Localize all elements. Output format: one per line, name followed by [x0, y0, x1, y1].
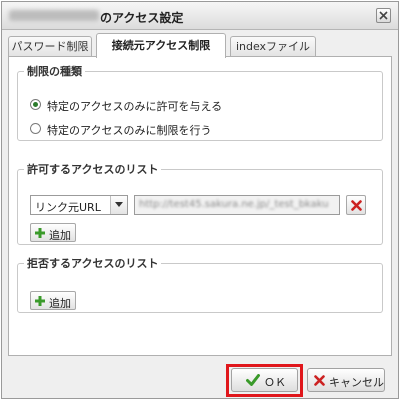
tab-source-access-restriction[interactable]: 接続元アクセス制限 — [96, 33, 226, 58]
select-arrow[interactable] — [110, 196, 127, 214]
plus-icon — [35, 296, 45, 306]
plus-icon — [35, 228, 45, 238]
radio-button-selected[interactable] — [30, 99, 41, 110]
allow-list-legend: 許可するアクセスのリスト — [27, 163, 159, 176]
add-allow-button[interactable]: 追加 — [30, 223, 76, 242]
allow-list-group: 許可するアクセスのリスト リンク元URL http://test45.sakur… — [17, 161, 383, 245]
cancel-button[interactable]: キャンセル — [307, 368, 385, 392]
restriction-type-legend: 制限の種類 — [27, 65, 82, 78]
radio-restrict-only-label: 特定のアクセスのみに制限を行う — [47, 124, 212, 137]
radio-button[interactable] — [30, 123, 41, 134]
access-type-select[interactable]: リンク元URL — [30, 195, 128, 215]
tab-panel: 制限の種類 特定のアクセスのみに許可を与える 特定のアクセスのみに制限を行う 許… — [8, 56, 392, 356]
url-value: http://test45.sakura.ne.jp/_test_bkaku — [139, 199, 329, 210]
delete-entry-button[interactable] — [346, 195, 366, 215]
delete-x-icon — [351, 200, 362, 211]
dialog-title: のアクセス設定 — [100, 11, 184, 25]
blurred-domain-name — [9, 10, 99, 21]
tab-bar: パスワード制限 接続元アクセス制限 indexファイル — [8, 33, 392, 58]
checkmark-icon — [246, 374, 260, 386]
tab-index-file[interactable]: indexファイル — [230, 36, 316, 57]
ok-button[interactable]: ＯＫ — [231, 368, 298, 392]
ok-label: ＯＫ — [264, 376, 286, 389]
cancel-x-icon — [314, 375, 325, 386]
url-input[interactable]: http://test45.sakura.ne.jp/_test_bkaku — [134, 195, 340, 215]
title-bar[interactable]: のアクセス設定 — [2, 2, 398, 30]
restriction-type-group: 制限の種類 特定のアクセスのみに許可を与える 特定のアクセスのみに制限を行う — [17, 63, 383, 141]
deny-list-legend: 拒否するアクセスのリスト — [27, 257, 159, 270]
close-icon — [379, 11, 388, 20]
add-deny-label: 追加 — [49, 297, 71, 310]
tab-label: 接続元アクセス制限 — [111, 39, 211, 52]
close-button[interactable] — [376, 8, 391, 23]
chevron-down-icon — [115, 202, 123, 207]
deny-list-group: 拒否するアクセスのリスト 追加 — [17, 255, 383, 313]
cancel-label: キャンセル — [329, 376, 384, 389]
access-settings-dialog: のアクセス設定 パスワード制限 接続元アクセス制限 indexファイル 制限の種… — [1, 1, 399, 399]
tab-label: パスワード制限 — [11, 40, 89, 53]
tab-password-restriction[interactable]: パスワード制限 — [8, 36, 92, 57]
add-deny-button[interactable]: 追加 — [30, 291, 76, 310]
access-type-select-value: リンク元URL — [35, 201, 101, 214]
add-allow-label: 追加 — [49, 229, 71, 242]
tab-label: indexファイル — [235, 40, 311, 53]
radio-allow-only-label: 特定のアクセスのみに許可を与える — [47, 100, 223, 113]
